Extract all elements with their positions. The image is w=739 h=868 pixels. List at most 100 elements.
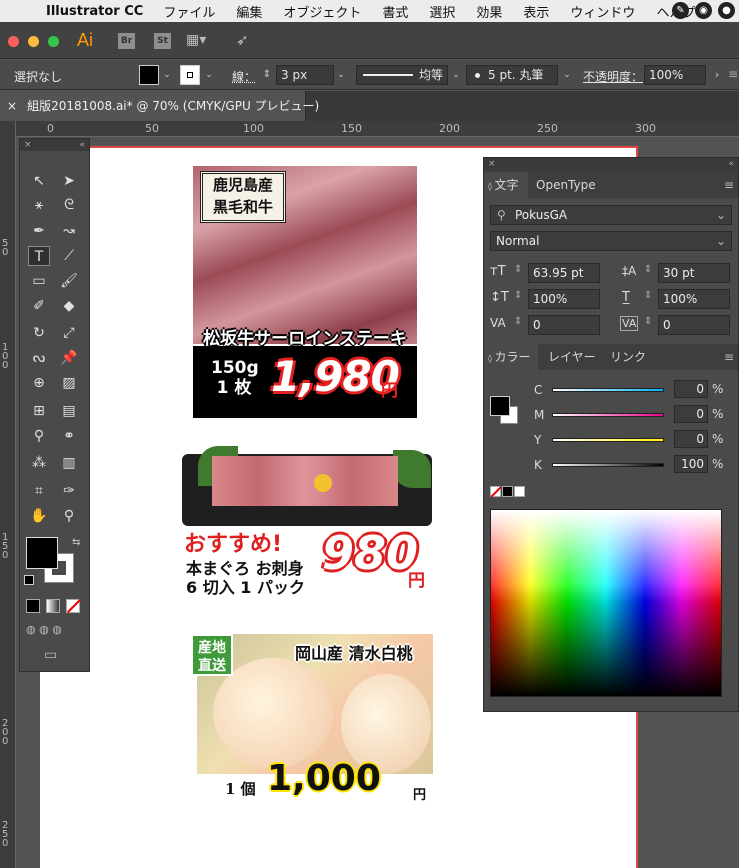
- tab-character[interactable]: ◊ 文字: [484, 172, 528, 198]
- white-swatch[interactable]: [514, 486, 525, 497]
- menu-type[interactable]: 書式: [382, 2, 408, 21]
- none-mode-button[interactable]: [66, 598, 82, 614]
- black-swatch[interactable]: [502, 486, 513, 497]
- close-panel-icon[interactable]: ×: [488, 159, 496, 169]
- mesh-tool-icon[interactable]: ⊞: [28, 401, 50, 421]
- curvature-tool-icon[interactable]: ↝: [58, 221, 80, 241]
- magenta-slider[interactable]: [552, 413, 664, 417]
- more-options-icon[interactable]: ≡: [728, 67, 738, 81]
- type-tool-icon[interactable]: T: [28, 246, 50, 266]
- font-family-select[interactable]: ⚲ PokusGA ⌄: [490, 205, 732, 225]
- eraser-tool-icon[interactable]: ◆: [58, 296, 80, 316]
- shaper-tool-icon[interactable]: ✐: [28, 296, 50, 316]
- tools-panel-header[interactable]: × «: [20, 139, 89, 151]
- menu-object[interactable]: オブジェクト: [283, 2, 361, 21]
- panel-header[interactable]: × «: [484, 158, 738, 170]
- zoom-tool-icon[interactable]: ⚲: [58, 506, 80, 526]
- horizontal-scale-input[interactable]: 100%: [658, 289, 730, 309]
- brush-definition[interactable]: 5 pt. 丸筆: [466, 65, 558, 85]
- pen-tool-icon[interactable]: ✒: [28, 221, 50, 241]
- kerning-input[interactable]: 0: [528, 315, 600, 335]
- fill-color-box[interactable]: [26, 537, 58, 569]
- gradient-tool-icon[interactable]: ▤: [58, 401, 80, 421]
- stroke-dropdown-icon[interactable]: ⌄: [202, 65, 216, 85]
- font-size-stepper-icon[interactable]: ⇕: [514, 264, 522, 275]
- kerning-stepper-icon[interactable]: ⇕: [514, 316, 522, 327]
- brush-dropdown-icon[interactable]: ⌄: [560, 65, 574, 85]
- vertical-scale-input[interactable]: 100%: [528, 289, 600, 309]
- close-panel-icon[interactable]: ×: [24, 140, 32, 150]
- fill-swatch[interactable]: [139, 65, 159, 85]
- direct-selection-tool-icon[interactable]: ➤: [58, 171, 80, 191]
- close-tab-icon[interactable]: ×: [7, 99, 17, 113]
- horizontal-scale-stepper-icon[interactable]: ⇕: [644, 290, 652, 301]
- tab-opentype[interactable]: OpenType: [536, 172, 596, 198]
- panel-menu-icon[interactable]: ≡: [724, 178, 734, 192]
- shape-builder-tool-icon[interactable]: ⊕: [28, 373, 50, 393]
- tracking-stepper-icon[interactable]: ⇕: [644, 316, 652, 327]
- document-tab[interactable]: × 組版20181008.ai* @ 70% (CMYK/GPU プレビュー): [0, 91, 319, 121]
- stroke-swatch[interactable]: [180, 65, 200, 85]
- yellow-slider[interactable]: [552, 438, 664, 442]
- tab-color[interactable]: ◊ カラー: [484, 344, 538, 370]
- sync-icon[interactable]: ◉: [695, 2, 712, 19]
- vertical-scale-stepper-icon[interactable]: ⇕: [514, 290, 522, 301]
- opacity-arrow-icon[interactable]: ›: [710, 65, 724, 85]
- bridge-button[interactable]: Br: [118, 33, 135, 49]
- blend-tool-icon[interactable]: ⚭: [58, 426, 80, 446]
- close-window-button[interactable]: [8, 36, 19, 47]
- gpu-performance-icon[interactable]: ➶: [236, 31, 249, 49]
- menu-window[interactable]: ウィンドウ: [570, 2, 635, 21]
- menu-view[interactable]: 表示: [523, 2, 549, 21]
- menu-select[interactable]: 選択: [429, 2, 455, 21]
- menu-file[interactable]: ファイル: [163, 2, 215, 21]
- none-swatch[interactable]: [490, 486, 502, 498]
- slice-tool-icon[interactable]: ✑: [58, 481, 80, 501]
- opacity-input[interactable]: 100%: [644, 65, 706, 85]
- evernote-icon[interactable]: ✎: [672, 2, 689, 19]
- minimize-window-button[interactable]: [28, 36, 39, 47]
- stroke-stepper-icon[interactable]: ⇕: [260, 65, 274, 85]
- tab-layers[interactable]: レイヤー: [548, 344, 596, 370]
- leading-stepper-icon[interactable]: ⇕: [644, 264, 652, 275]
- perspective-grid-tool-icon[interactable]: ▨: [58, 373, 80, 393]
- warp-tool-icon[interactable]: ᔓ: [28, 348, 50, 368]
- profile-dropdown-icon[interactable]: ⌄: [449, 65, 463, 85]
- app-menu[interactable]: Illustrator CC: [46, 4, 143, 19]
- magic-wand-tool-icon[interactable]: ⚹: [28, 195, 50, 215]
- tuna-card[interactable]: おすすめ! 本まぐろ お刺身 6 切入 1 パック 980 円: [178, 444, 440, 604]
- beef-card[interactable]: 鹿児島産 黒毛和牛 松坂牛サーロインステーキ 150g 1 枚 1,980 円: [193, 166, 417, 418]
- stroke-weight-input[interactable]: 3 px: [276, 65, 334, 85]
- font-size-input[interactable]: 63.95 pt: [528, 263, 600, 283]
- screen-mode-icon[interactable]: ▭: [44, 647, 57, 663]
- collapse-panel-icon[interactable]: «: [79, 139, 85, 151]
- cyan-slider[interactable]: [552, 388, 664, 392]
- color-spectrum[interactable]: [490, 509, 722, 697]
- stock-button[interactable]: St: [154, 33, 171, 49]
- draw-mode-icons[interactable]: ◍ ◍ ◍: [26, 623, 84, 639]
- collapse-panel-icon[interactable]: «: [728, 158, 734, 170]
- font-style-select[interactable]: Normal ⌄: [490, 231, 732, 251]
- variable-width-profile[interactable]: 均等: [356, 65, 448, 85]
- rectangle-tool-icon[interactable]: ▭: [28, 271, 50, 291]
- black-input[interactable]: 100: [674, 455, 708, 473]
- gradient-mode-button[interactable]: [46, 599, 60, 613]
- scale-tool-icon[interactable]: ⤢: [58, 323, 80, 343]
- color-panel-menu-icon[interactable]: ≡: [724, 350, 734, 364]
- selection-tool-icon[interactable]: ↖: [28, 171, 50, 191]
- yellow-input[interactable]: 0: [674, 430, 708, 448]
- opacity-label[interactable]: 不透明度：: [583, 68, 643, 85]
- tracking-input[interactable]: 0: [658, 315, 730, 335]
- black-slider[interactable]: [552, 463, 664, 467]
- symbol-sprayer-tool-icon[interactable]: ⁂: [28, 453, 50, 473]
- color-mode-button[interactable]: [26, 599, 40, 613]
- line-segment-tool-icon[interactable]: ⟋: [58, 246, 80, 266]
- lasso-tool-icon[interactable]: ᘓ: [58, 195, 80, 215]
- cyan-input[interactable]: 0: [674, 380, 708, 398]
- notification-icon[interactable]: ●: [718, 2, 735, 19]
- tab-links[interactable]: リンク: [610, 344, 646, 370]
- swap-colors-icon[interactable]: ⇆: [72, 537, 80, 548]
- eyedropper-tool-icon[interactable]: ⚲: [28, 426, 50, 446]
- artboard-tool-icon[interactable]: ⌗: [28, 481, 50, 501]
- horizontal-ruler[interactable]: 0 50 100 150 200 250 300: [16, 121, 739, 137]
